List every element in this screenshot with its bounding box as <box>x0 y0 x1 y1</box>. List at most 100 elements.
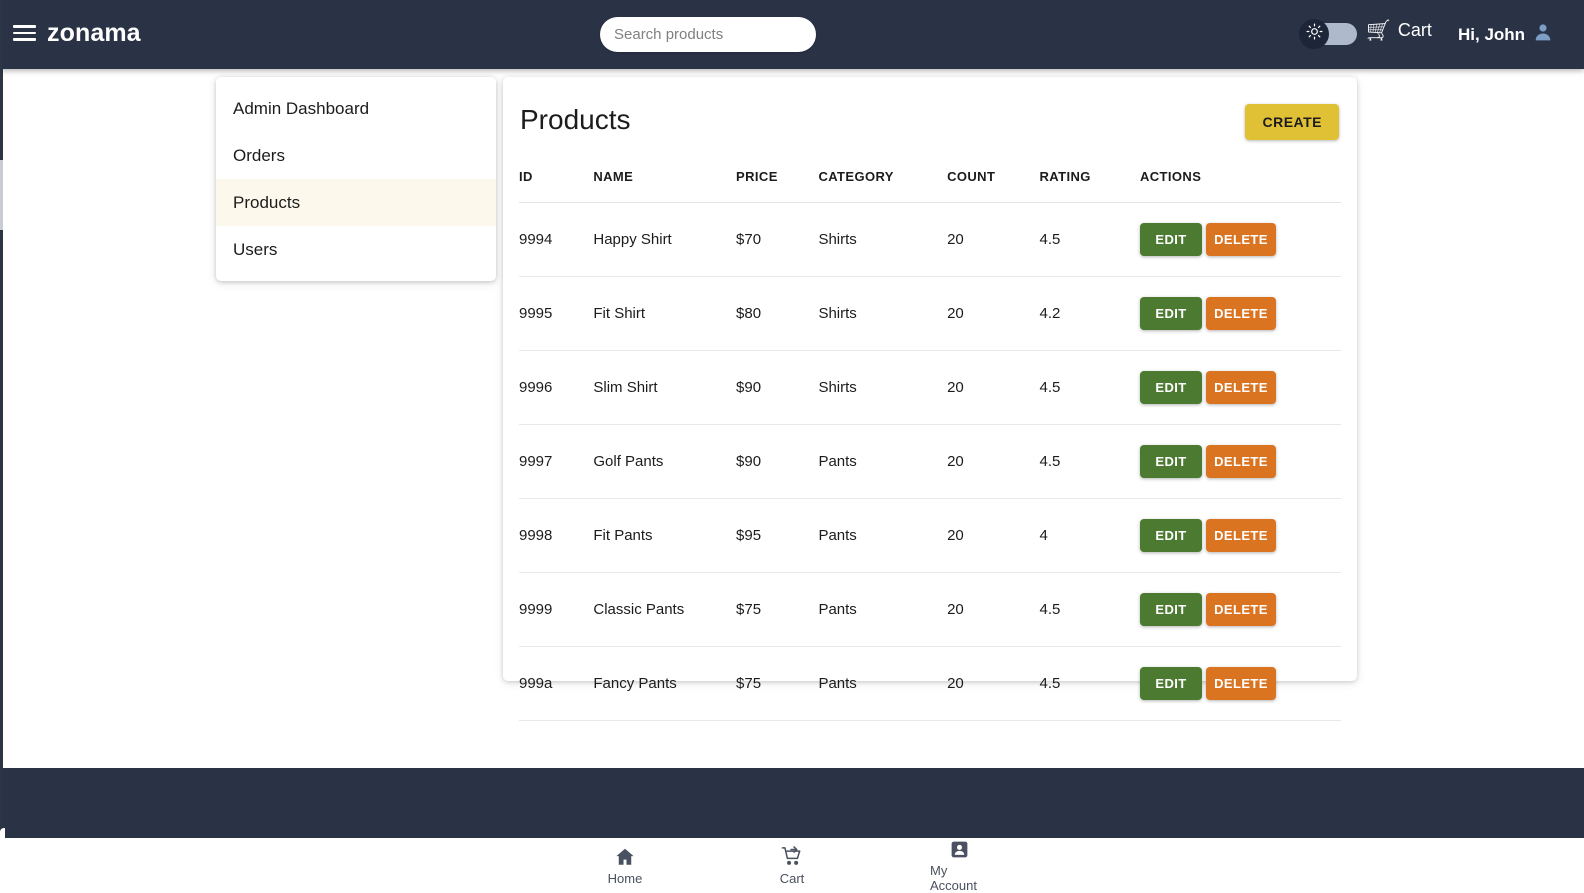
cell-id: 9998 <box>519 498 594 573</box>
delete-button[interactable]: DELETE <box>1205 223 1276 256</box>
brand-logo[interactable]: zonama <box>47 19 141 48</box>
cell-category: Pants <box>818 424 948 499</box>
cell-count: 20 <box>947 202 1040 277</box>
bottom-nav-label: Cart <box>779 870 805 886</box>
delete-button[interactable]: DELETE <box>1205 445 1276 478</box>
delete-button[interactable]: DELETE <box>1205 593 1276 626</box>
app-root: zonama Search products 🛒 Cart Hi, John A… <box>0 0 1584 893</box>
edit-button[interactable]: EDIT <box>1139 223 1202 256</box>
cell-price: $75 <box>736 646 819 721</box>
edit-button[interactable]: EDIT <box>1139 371 1202 404</box>
window-bottom-left-corner <box>0 828 5 893</box>
cell-actions: EDIT DELETE <box>1139 350 1341 425</box>
bottom-nav-item-cart[interactable]: Cart <box>763 845 821 886</box>
table-row: 9994 Happy Shirt $70 Shirts 20 4.5 EDIT … <box>519 202 1341 277</box>
table-head: ID NAME PRICE CATEGORY COUNT RATING ACTI… <box>519 161 1341 203</box>
panel-header: Products CREATE <box>503 77 1357 161</box>
home-icon <box>614 846 636 868</box>
delete-button[interactable]: DELETE <box>1205 297 1276 330</box>
cell-rating: 4.5 <box>1039 202 1140 277</box>
add-to-cart-icon <box>781 845 804 868</box>
column-header-price: PRICE <box>736 161 819 203</box>
edit-button[interactable]: EDIT <box>1139 667 1202 700</box>
page-title: Products <box>520 104 631 135</box>
cell-price: $90 <box>736 350 819 425</box>
cell-actions: EDIT DELETE <box>1139 646 1341 721</box>
cell-id: 9996 <box>519 350 594 425</box>
cell-name: Golf Pants <box>593 424 737 499</box>
cell-id: 9997 <box>519 424 594 499</box>
sidebar-item-label: Orders <box>233 145 285 165</box>
cell-category: Pants <box>818 498 948 573</box>
cart-label: Cart <box>1397 20 1432 40</box>
table-row: 9996 Slim Shirt $90 Shirts 20 4.5 EDIT D… <box>519 350 1341 425</box>
edit-button[interactable]: EDIT <box>1139 445 1202 478</box>
admin-sidebar: Admin Dashboard Orders Products Users <box>216 77 496 281</box>
cell-category: Shirts <box>818 350 948 425</box>
products-panel: Products CREATE ID NAME PRICE CATEGORY C… <box>503 77 1357 721</box>
cell-rating: 4.5 <box>1039 350 1140 425</box>
cell-id: 999a <box>519 646 594 721</box>
cell-actions: EDIT DELETE <box>1139 572 1341 647</box>
cell-count: 20 <box>947 276 1040 351</box>
cell-count: 20 <box>947 498 1040 573</box>
create-button[interactable]: CREATE <box>1245 104 1339 140</box>
cell-name: Fancy Pants <box>593 646 737 721</box>
column-header-id: ID <box>519 161 594 203</box>
window-left-edge-highlight <box>0 160 3 230</box>
table-row: 9997 Golf Pants $90 Pants 20 4.5 EDIT DE… <box>519 424 1341 499</box>
bottom-nav-label: My Account <box>930 863 977 893</box>
edit-button[interactable]: EDIT <box>1139 297 1202 330</box>
cell-name: Happy Shirt <box>593 202 737 277</box>
cell-price: $70 <box>736 202 819 277</box>
cell-count: 20 <box>947 424 1040 499</box>
sidebar-item-label: Products <box>233 192 301 212</box>
delete-button[interactable]: DELETE <box>1205 667 1276 700</box>
table-row: 999a Fancy Pants $75 Pants 20 4.5 EDIT D… <box>519 646 1341 721</box>
delete-button[interactable]: DELETE <box>1205 519 1276 552</box>
window-left-edge <box>0 0 3 893</box>
sidebar-item-admin-dashboard[interactable]: Admin Dashboard <box>216 85 496 132</box>
cell-count: 20 <box>947 646 1040 721</box>
cell-name: Slim Shirt <box>593 350 737 425</box>
products-table: ID NAME PRICE CATEGORY COUNT RATING ACTI… <box>519 161 1341 721</box>
cell-actions: EDIT DELETE <box>1139 276 1341 351</box>
cell-actions: EDIT DELETE <box>1139 202 1341 277</box>
cell-actions: EDIT DELETE <box>1139 498 1341 573</box>
cell-name: Fit Pants <box>593 498 737 573</box>
search-input[interactable] <box>600 17 816 52</box>
delete-button[interactable]: DELETE <box>1205 371 1276 404</box>
sidebar-item-orders[interactable]: Orders <box>216 132 496 179</box>
sidebar-item-label: Users <box>233 239 278 259</box>
edit-button[interactable]: EDIT <box>1139 519 1202 552</box>
table-row: 9995 Fit Shirt $80 Shirts 20 4.2 EDIT DE… <box>519 276 1341 351</box>
hamburger-menu-icon[interactable] <box>13 23 37 43</box>
search-bar[interactable] <box>600 17 816 52</box>
header-cart-link[interactable]: 🛒 Cart <box>1366 20 1432 41</box>
cell-price: $75 <box>736 572 819 647</box>
edit-button[interactable]: EDIT <box>1139 593 1202 626</box>
user-greeting[interactable]: Hi, John <box>1458 22 1553 47</box>
cell-rating: 4 <box>1039 498 1140 573</box>
cell-actions: EDIT DELETE <box>1139 424 1341 499</box>
cell-id: 9994 <box>519 202 594 277</box>
sidebar-item-users[interactable]: Users <box>216 226 496 273</box>
column-header-actions: ACTIONS <box>1139 161 1341 203</box>
cell-count: 20 <box>947 350 1040 425</box>
cell-category: Shirts <box>818 276 948 351</box>
cell-price: $90 <box>736 424 819 499</box>
cell-category: Pants <box>818 646 948 721</box>
bottom-nav-item-home[interactable]: Home <box>596 846 654 886</box>
cell-name: Classic Pants <box>593 572 737 647</box>
cell-id: 9999 <box>519 572 594 647</box>
cell-category: Pants <box>818 572 948 647</box>
sidebar-item-label: Admin Dashboard <box>233 98 370 118</box>
sidebar-item-products[interactable]: Products <box>216 179 496 226</box>
theme-toggle[interactable] <box>1299 19 1357 49</box>
cell-rating: 4.5 <box>1039 424 1140 499</box>
top-header: zonama Search products 🛒 Cart Hi, John <box>0 0 1584 69</box>
bottom-nav-item-my-account[interactable]: My Account <box>930 838 988 893</box>
cell-rating: 4.5 <box>1039 646 1140 721</box>
user-avatar-icon <box>1533 22 1553 47</box>
table-header-row: ID NAME PRICE CATEGORY COUNT RATING ACTI… <box>519 161 1341 203</box>
